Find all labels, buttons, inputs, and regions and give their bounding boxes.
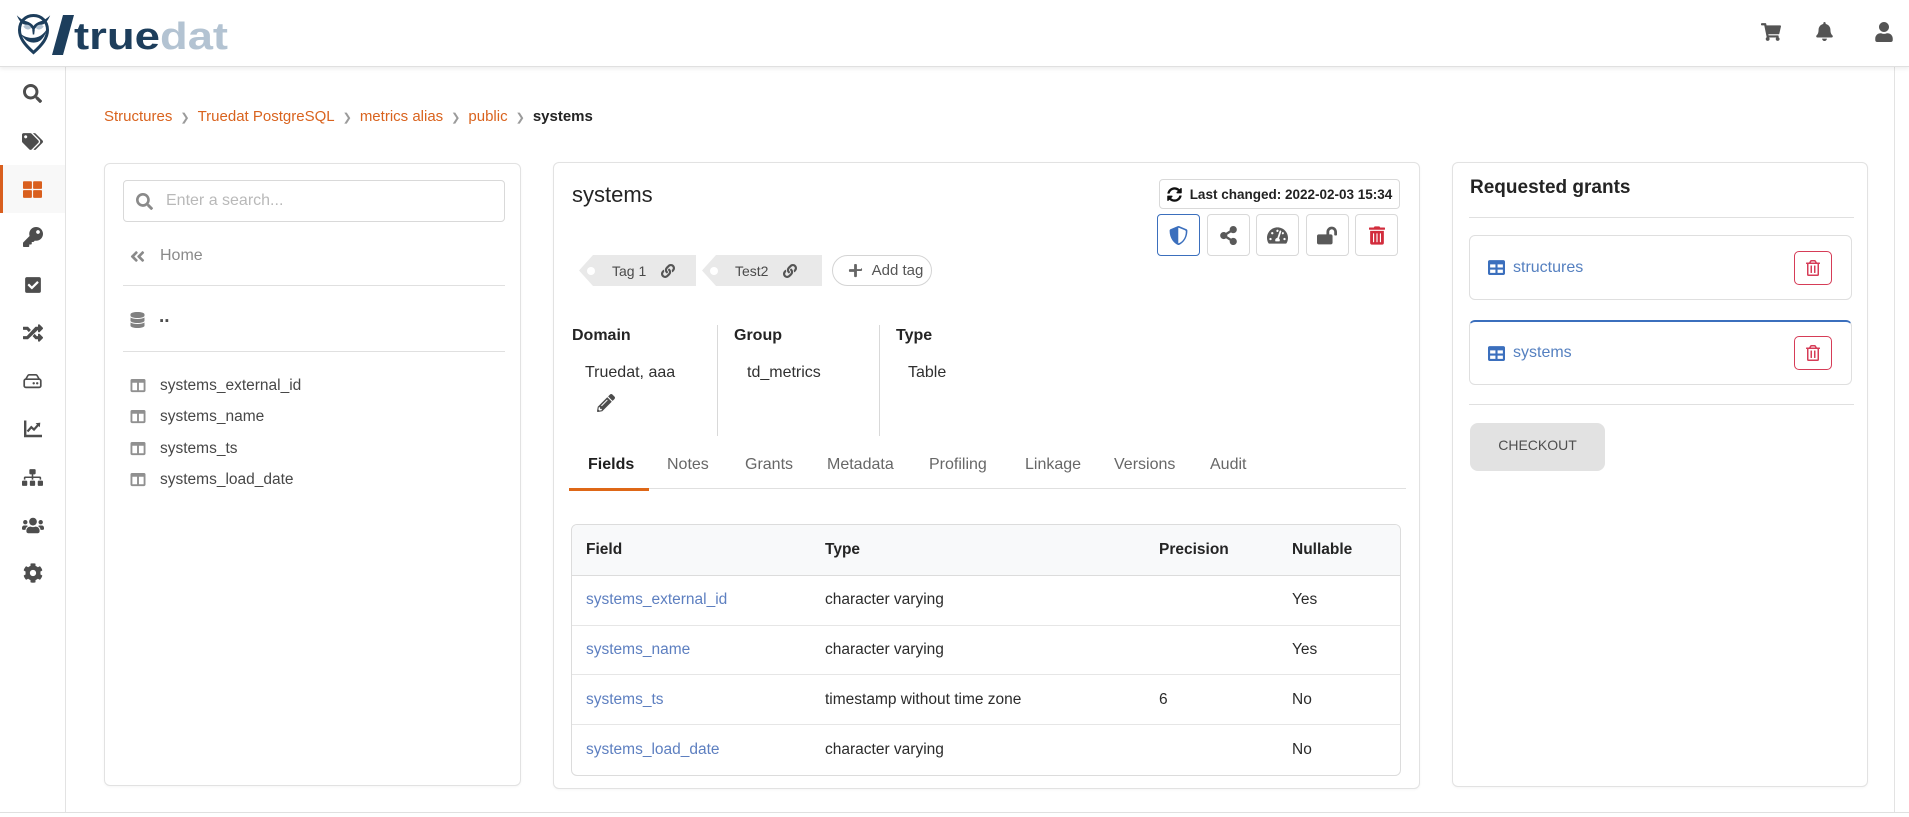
svg-text:dat: dat (160, 16, 228, 55)
svg-text:true: true (74, 16, 160, 55)
